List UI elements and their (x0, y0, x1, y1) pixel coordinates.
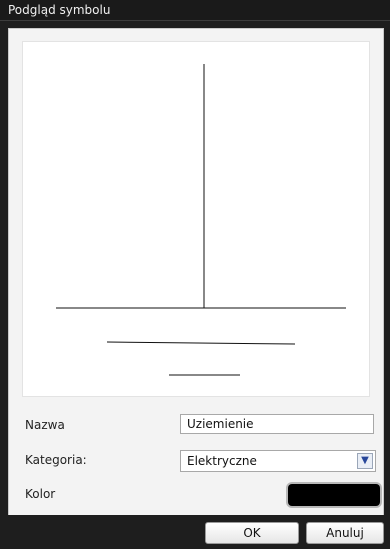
cancel-button[interactable]: Anuluj (306, 522, 384, 544)
category-select[interactable]: Elektryczne ▼ (180, 450, 376, 472)
title-bar[interactable]: Podgląd symbolu (0, 0, 390, 21)
dialog-footer: OK Anuluj (0, 515, 390, 549)
symbol-preview-dialog: Podgląd symbolu Nazwa Kategoria: Elektry… (0, 0, 390, 549)
chevron-down-icon[interactable]: ▼ (357, 453, 373, 469)
color-picker-swatch[interactable] (288, 484, 380, 506)
ground-middle-bar (106, 341, 296, 345)
category-select-value: Elektryczne (187, 454, 257, 468)
name-label: Nazwa (25, 418, 65, 432)
color-label: Kolor (25, 487, 56, 501)
category-label: Kategoria: (25, 453, 87, 467)
name-field[interactable] (180, 414, 374, 434)
ground-symbol-graphic (56, 64, 346, 376)
window-title: Podgląd symbolu (8, 3, 111, 17)
symbol-preview-canvas (22, 41, 370, 397)
dialog-body: Nazwa Kategoria: Elektryczne ▼ Kolor (8, 28, 384, 517)
ok-button[interactable]: OK (205, 522, 299, 544)
